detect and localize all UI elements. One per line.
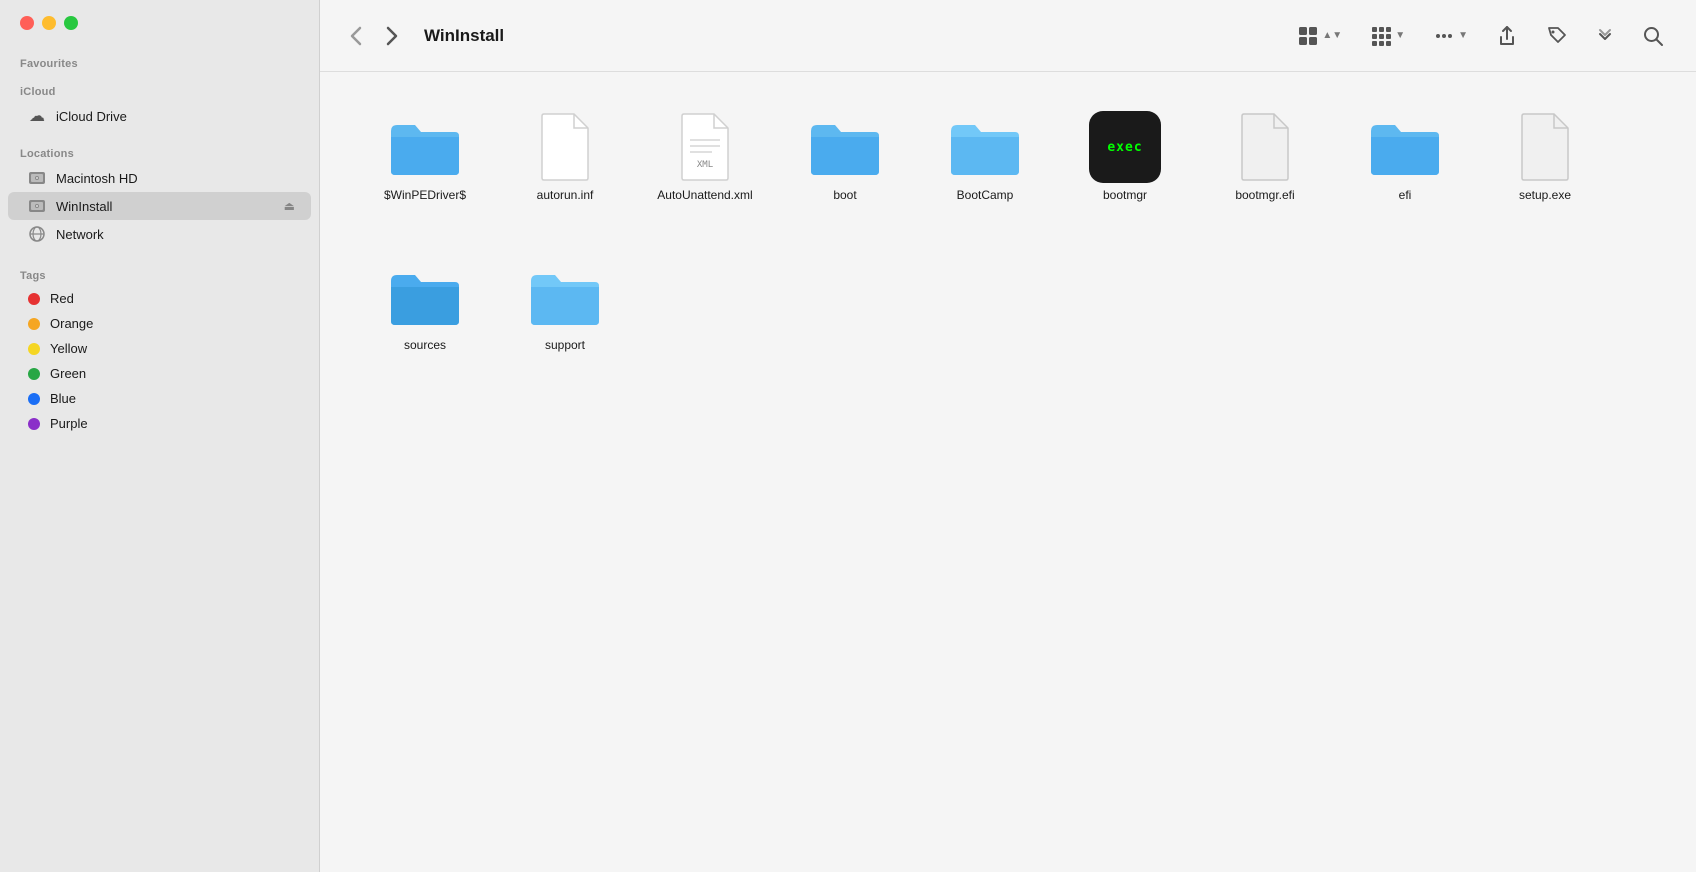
tag-dot-green <box>28 368 40 380</box>
share-button[interactable] <box>1488 21 1526 51</box>
file-item-support[interactable]: support <box>500 254 630 384</box>
disk-icon <box>28 169 46 187</box>
sidebar-item-icloud-drive[interactable]: ☁ iCloud Drive <box>8 102 311 130</box>
file-item-winpedriver[interactable]: $WinPEDriver$ <box>360 104 490 234</box>
file-item-autorun-inf[interactable]: autorun.inf <box>500 104 630 234</box>
view-options-button[interactable]: ▼ <box>1362 21 1413 51</box>
folder-icon-support <box>525 262 605 332</box>
exec-display: exec <box>1089 111 1161 183</box>
file-name-support: support <box>545 338 585 354</box>
folder-icon-boot <box>805 112 885 182</box>
tag-orange-label: Orange <box>50 316 295 331</box>
toolbar-title: WinInstall <box>424 26 504 46</box>
icloud-drive-label: iCloud Drive <box>56 109 295 124</box>
forward-button[interactable] <box>380 22 404 50</box>
wininstall-label: WinInstall <box>56 199 274 214</box>
macintosh-hd-label: Macintosh HD <box>56 171 295 186</box>
doc-icon-autounattend: XML <box>665 112 745 182</box>
tag-button[interactable] <box>1538 21 1576 51</box>
file-item-bootcamp[interactable]: BootCamp <box>920 104 1050 234</box>
folder-icon-winpedriver <box>385 112 465 182</box>
overflow-button[interactable] <box>1588 23 1622 49</box>
view-grid-button[interactable]: ▲▼ <box>1289 21 1350 51</box>
exec-icon-bootmgr: exec <box>1085 112 1165 182</box>
sidebar-item-network[interactable]: Network <box>8 220 311 248</box>
doc-icon-setup-exe <box>1505 112 1585 182</box>
maximize-button[interactable] <box>64 16 78 30</box>
file-grid: $WinPEDriver$ autorun.inf XML <box>320 72 1696 872</box>
tag-dot-orange <box>28 318 40 330</box>
icloud-label: iCloud <box>0 78 319 102</box>
back-button[interactable] <box>344 22 368 50</box>
file-name-setup-exe: setup.exe <box>1519 188 1571 204</box>
network-label: Network <box>56 227 295 242</box>
file-item-autounattend-xml[interactable]: XML AutoUnattend.xml <box>640 104 770 234</box>
file-name-autorun-inf: autorun.inf <box>537 188 594 204</box>
favourites-label: Favourites <box>0 50 319 74</box>
sidebar-item-tag-purple[interactable]: Purple <box>8 411 311 436</box>
file-item-sources[interactable]: sources <box>360 254 490 384</box>
main-content: WinInstall ▲▼ <box>320 0 1696 872</box>
toolbar: WinInstall ▲▼ <box>320 0 1696 72</box>
file-name-bootcamp: BootCamp <box>957 188 1014 204</box>
disk-icon-2 <box>28 197 46 215</box>
tag-yellow-label: Yellow <box>50 341 295 356</box>
tag-green-label: Green <box>50 366 295 381</box>
more-options-button[interactable]: ▼ <box>1425 21 1476 51</box>
sidebar-item-tag-yellow[interactable]: Yellow <box>8 336 311 361</box>
folder-icon-efi <box>1365 112 1445 182</box>
file-item-boot[interactable]: boot <box>780 104 910 234</box>
file-item-bootmgr-efi[interactable]: bootmgr.efi <box>1200 104 1330 234</box>
file-name-bootmgr-efi: bootmgr.efi <box>1235 188 1294 204</box>
tag-dot-purple <box>28 418 40 430</box>
eject-icon[interactable]: ⏏ <box>284 199 295 213</box>
file-name-sources: sources <box>404 338 446 354</box>
tag-dot-red <box>28 293 40 305</box>
folder-icon-sources <box>385 262 465 332</box>
file-name-autounattend: AutoUnattend.xml <box>657 188 752 204</box>
folder-icon-bootcamp <box>945 112 1025 182</box>
doc-icon-bootmgr-efi <box>1225 112 1305 182</box>
svg-text:XML: XML <box>697 160 713 170</box>
file-name-boot: boot <box>833 188 856 204</box>
file-item-setup-exe[interactable]: setup.exe <box>1480 104 1610 234</box>
file-name-efi: efi <box>1399 188 1412 204</box>
sidebar-item-macintosh-hd[interactable]: Macintosh HD <box>8 164 311 192</box>
tag-red-label: Red <box>50 291 295 306</box>
network-icon <box>28 225 46 243</box>
tag-dot-yellow <box>28 343 40 355</box>
file-name-winpedriver: $WinPEDriver$ <box>384 188 466 204</box>
sidebar-item-tag-red[interactable]: Red <box>8 286 311 311</box>
sidebar: Favourites iCloud ☁ iCloud Drive Locatio… <box>0 0 320 872</box>
close-button[interactable] <box>20 16 34 30</box>
tag-blue-label: Blue <box>50 391 295 406</box>
file-item-efi[interactable]: efi <box>1340 104 1470 234</box>
search-button[interactable] <box>1634 21 1672 51</box>
file-name-bootmgr: bootmgr <box>1103 188 1147 204</box>
sidebar-item-tag-blue[interactable]: Blue <box>8 386 311 411</box>
doc-icon-autorun <box>525 112 605 182</box>
locations-label: Locations <box>0 140 319 164</box>
sidebar-item-wininstall[interactable]: WinInstall ⏏ <box>8 192 311 220</box>
tags-label: Tags <box>0 262 319 286</box>
file-item-bootmgr[interactable]: exec bootmgr <box>1060 104 1190 234</box>
more-chevron-icon: ▼ <box>1458 30 1468 41</box>
minimize-button[interactable] <box>42 16 56 30</box>
view-options-chevron-icon: ▼ <box>1395 30 1405 41</box>
tag-dot-blue <box>28 393 40 405</box>
tag-purple-label: Purple <box>50 416 295 431</box>
window-controls <box>0 16 319 50</box>
icloud-icon: ☁ <box>28 107 46 125</box>
sidebar-item-tag-orange[interactable]: Orange <box>8 311 311 336</box>
sidebar-item-tag-green[interactable]: Green <box>8 361 311 386</box>
view-chevron-icon: ▲▼ <box>1322 30 1342 41</box>
